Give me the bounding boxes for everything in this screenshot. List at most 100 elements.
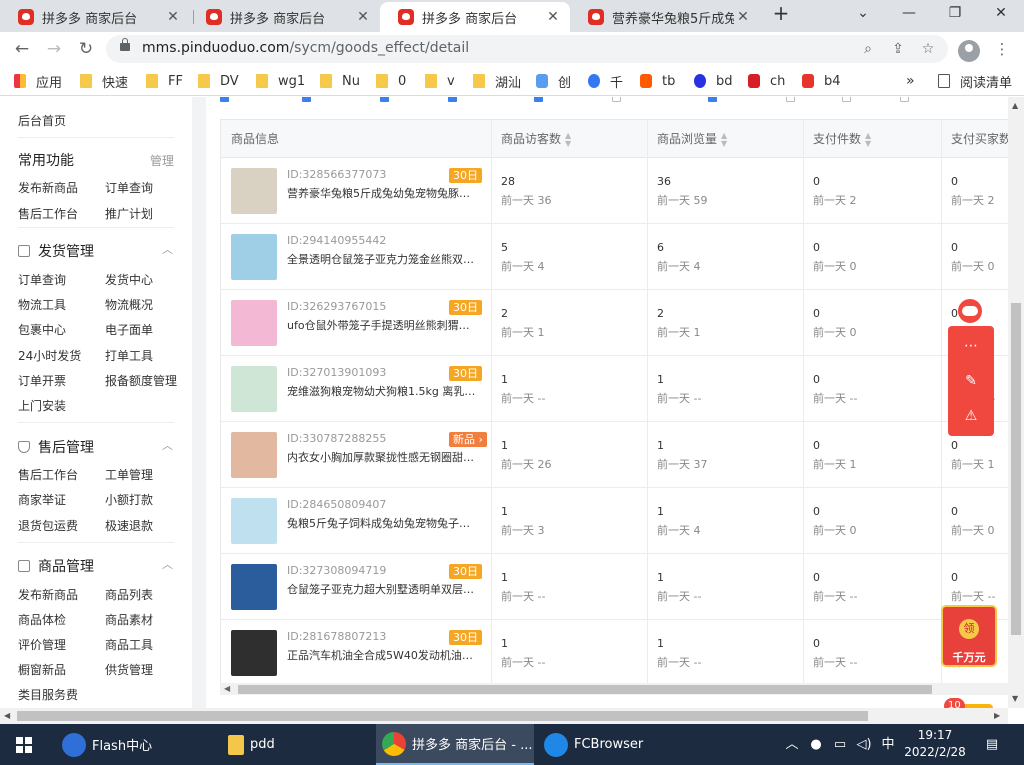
ime-indicator[interactable]: 中 bbox=[878, 724, 898, 765]
bookmark-item[interactable]: 快速 bbox=[80, 72, 128, 91]
sort-arrows-icon[interactable]: ▲ ▼ bbox=[721, 131, 727, 148]
bookmark-item[interactable]: Nu bbox=[320, 72, 360, 90]
product-thumbnail[interactable] bbox=[231, 564, 277, 610]
sidebar-item[interactable]: 极速退款 bbox=[105, 517, 153, 534]
browser-tab[interactable]: 拼多多 商家后台 ✕ bbox=[188, 2, 380, 32]
sidebar-item[interactable]: 发货中心 bbox=[105, 271, 153, 288]
sidebar-item[interactable]: 电子面单 bbox=[105, 321, 153, 338]
sidebar-item-home[interactable]: 后台首页 bbox=[18, 112, 66, 129]
sidebar-item[interactable]: 发布新商品 bbox=[18, 179, 78, 196]
sidebar-item[interactable]: 退货包运费 bbox=[18, 517, 78, 534]
taskbar-app[interactable]: pdd bbox=[222, 724, 372, 765]
column-header-views[interactable]: 商品浏览量 ▲ ▼ bbox=[647, 120, 803, 158]
reading-list-button[interactable]: 阅读清单 bbox=[938, 72, 1012, 91]
sidebar-item[interactable]: 商品工具 bbox=[105, 636, 153, 653]
sidebar-section-shipping[interactable]: 发货管理 bbox=[18, 241, 94, 261]
metric-checkbox[interactable] bbox=[380, 97, 389, 102]
sort-arrows-icon[interactable]: ▲ ▼ bbox=[865, 131, 871, 148]
product-thumbnail[interactable] bbox=[231, 366, 277, 412]
zoom-icon[interactable]: ⌕ bbox=[858, 39, 878, 59]
product-thumbnail[interactable] bbox=[231, 234, 277, 280]
sidebar-item[interactable]: 商品列表 bbox=[105, 586, 153, 603]
sidebar-item[interactable]: 包裹中心 bbox=[18, 321, 66, 338]
product-name-link[interactable]: 正品汽车机油全合成5W40发动机油小保养 bbox=[287, 647, 479, 663]
product-name-link[interactable]: 内衣女小胸加厚款聚拢性感无钢圈甜美文胸 bbox=[287, 449, 479, 465]
sidebar-item[interactable]: 售后工作台 bbox=[18, 466, 78, 483]
sidebar-item[interactable]: 工单管理 bbox=[105, 466, 153, 483]
sidebar-item[interactable]: 评价管理 bbox=[18, 636, 66, 653]
tray-expand-icon[interactable]: ︿ bbox=[782, 724, 802, 765]
sidebar-item[interactable]: 推广计划 bbox=[105, 205, 153, 222]
metric-checkbox[interactable] bbox=[900, 97, 909, 102]
product-name-link[interactable]: 仓鼠笼子亚克力超大别墅透明单双层透气 bbox=[287, 581, 479, 597]
page-scroll-thumb[interactable] bbox=[1011, 303, 1021, 635]
mascot-icon[interactable] bbox=[955, 295, 985, 327]
sidebar-item[interactable]: 发布新商品 bbox=[18, 586, 78, 603]
bookmark-item[interactable]: bd bbox=[694, 72, 733, 90]
sidebar-item[interactable]: 商品体检 bbox=[18, 611, 66, 628]
system-clock[interactable]: 19:17 2022/2/28 bbox=[903, 727, 967, 761]
product-name-link[interactable]: 全景透明仓鼠笼子亚克力笼金丝熊双层别墅 bbox=[287, 251, 479, 267]
reload-icon[interactable]: ↻ bbox=[74, 37, 98, 61]
product-thumbnail[interactable] bbox=[231, 630, 277, 676]
sidebar-item[interactable]: 商家举证 bbox=[18, 491, 66, 508]
collapse-caret-icon[interactable]: ︿ bbox=[162, 241, 173, 257]
metric-checkbox[interactable] bbox=[302, 97, 311, 102]
bookmark-item[interactable]: DV bbox=[198, 72, 239, 90]
metric-checkbox[interactable] bbox=[842, 97, 851, 102]
qq-tray-icon[interactable]: ● bbox=[806, 724, 826, 765]
sidebar-section-goods[interactable]: 商品管理 bbox=[18, 556, 94, 576]
sidebar-item[interactable]: 小额打款 bbox=[105, 491, 153, 508]
browser-tab[interactable]: 营养豪华兔粮5斤成兔幼 ✕ bbox=[570, 2, 760, 32]
bookmark-item[interactable]: 0 bbox=[376, 72, 406, 90]
sidebar-item[interactable]: 24小时发货 bbox=[18, 347, 81, 364]
column-header-visitors[interactable]: 商品访客数 ▲ ▼ bbox=[491, 120, 647, 158]
windows-start-icon[interactable] bbox=[16, 737, 32, 753]
product-name-link[interactable]: 兔粮5斤兔子饲料成兔幼兔宠物兔子活力粮 bbox=[287, 515, 479, 531]
sort-arrows-icon[interactable]: ▲ ▼ bbox=[565, 131, 571, 148]
bookmark-item[interactable]: wg1 bbox=[256, 72, 305, 90]
close-window-button[interactable]: ✕ bbox=[978, 0, 1024, 28]
manage-link[interactable]: 管理 bbox=[150, 152, 174, 169]
product-thumbnail[interactable] bbox=[231, 168, 277, 214]
product-name-link[interactable]: 营养豪华兔粮5斤成兔幼兔宠物兔豚鼠粮食 bbox=[287, 185, 479, 201]
product-thumbnail[interactable] bbox=[231, 432, 277, 478]
metric-checkbox[interactable] bbox=[786, 97, 795, 102]
collapse-caret-icon[interactable]: ︿ bbox=[162, 556, 173, 572]
metric-checkbox[interactable] bbox=[448, 97, 457, 102]
bookmark-item[interactable]: 创 bbox=[536, 72, 571, 91]
warning-icon[interactable]: ⚠ bbox=[948, 398, 994, 434]
restore-button[interactable]: ❐ bbox=[932, 0, 978, 28]
back-arrow-icon[interactable]: ← bbox=[10, 37, 34, 61]
page-horizontal-scrollbar[interactable]: ◀ ▶ bbox=[0, 708, 1008, 724]
tab-close-icon[interactable]: ✕ bbox=[544, 9, 562, 25]
metric-checkbox[interactable] bbox=[708, 97, 717, 102]
bookmark-item[interactable]: b4 bbox=[802, 72, 841, 90]
bookmark-item[interactable]: ch bbox=[748, 72, 785, 90]
taskbar-app-active[interactable]: 拼多多 商家后台 - ... bbox=[376, 724, 534, 765]
sidebar-item[interactable]: 订单开票 bbox=[18, 372, 66, 389]
feedback-edit-icon[interactable]: ✎ bbox=[948, 363, 994, 399]
sidebar-item[interactable]: 打单工具 bbox=[105, 347, 153, 364]
tab-close-icon[interactable]: ✕ bbox=[734, 9, 752, 25]
taskbar-app[interactable]: Flash中心 bbox=[56, 724, 216, 765]
browser-tab[interactable]: 拼多多 商家后台 ✕ bbox=[0, 2, 190, 32]
volume-icon[interactable]: ◁) bbox=[854, 724, 874, 765]
minimize-button[interactable]: — bbox=[886, 0, 932, 28]
product-thumbnail[interactable] bbox=[231, 498, 277, 544]
metric-checkbox[interactable] bbox=[220, 97, 229, 102]
sidebar-section-aftersale[interactable]: 售后管理 bbox=[18, 437, 94, 457]
profile-avatar-icon[interactable] bbox=[958, 40, 980, 62]
bookmark-item[interactable]: v bbox=[425, 72, 455, 90]
bookmark-item[interactable]: 湖汕 bbox=[473, 72, 521, 91]
sidebar-item[interactable]: 供货管理 bbox=[105, 661, 153, 678]
sidebar-item[interactable]: 物流概况 bbox=[105, 296, 153, 313]
menu-dots-icon[interactable]: ⋮ bbox=[990, 37, 1014, 61]
product-tag-badge[interactable]: 新品 › bbox=[449, 432, 487, 447]
bookmarks-more-icon[interactable]: » bbox=[906, 72, 915, 90]
page-hscroll-thumb[interactable] bbox=[17, 711, 868, 721]
collapse-caret-icon[interactable]: ︿ bbox=[162, 437, 173, 453]
new-tab-button[interactable]: + bbox=[758, 0, 804, 28]
forward-arrow-icon[interactable]: → bbox=[42, 37, 66, 61]
bookmark-apps[interactable]: 应用 bbox=[14, 72, 62, 91]
